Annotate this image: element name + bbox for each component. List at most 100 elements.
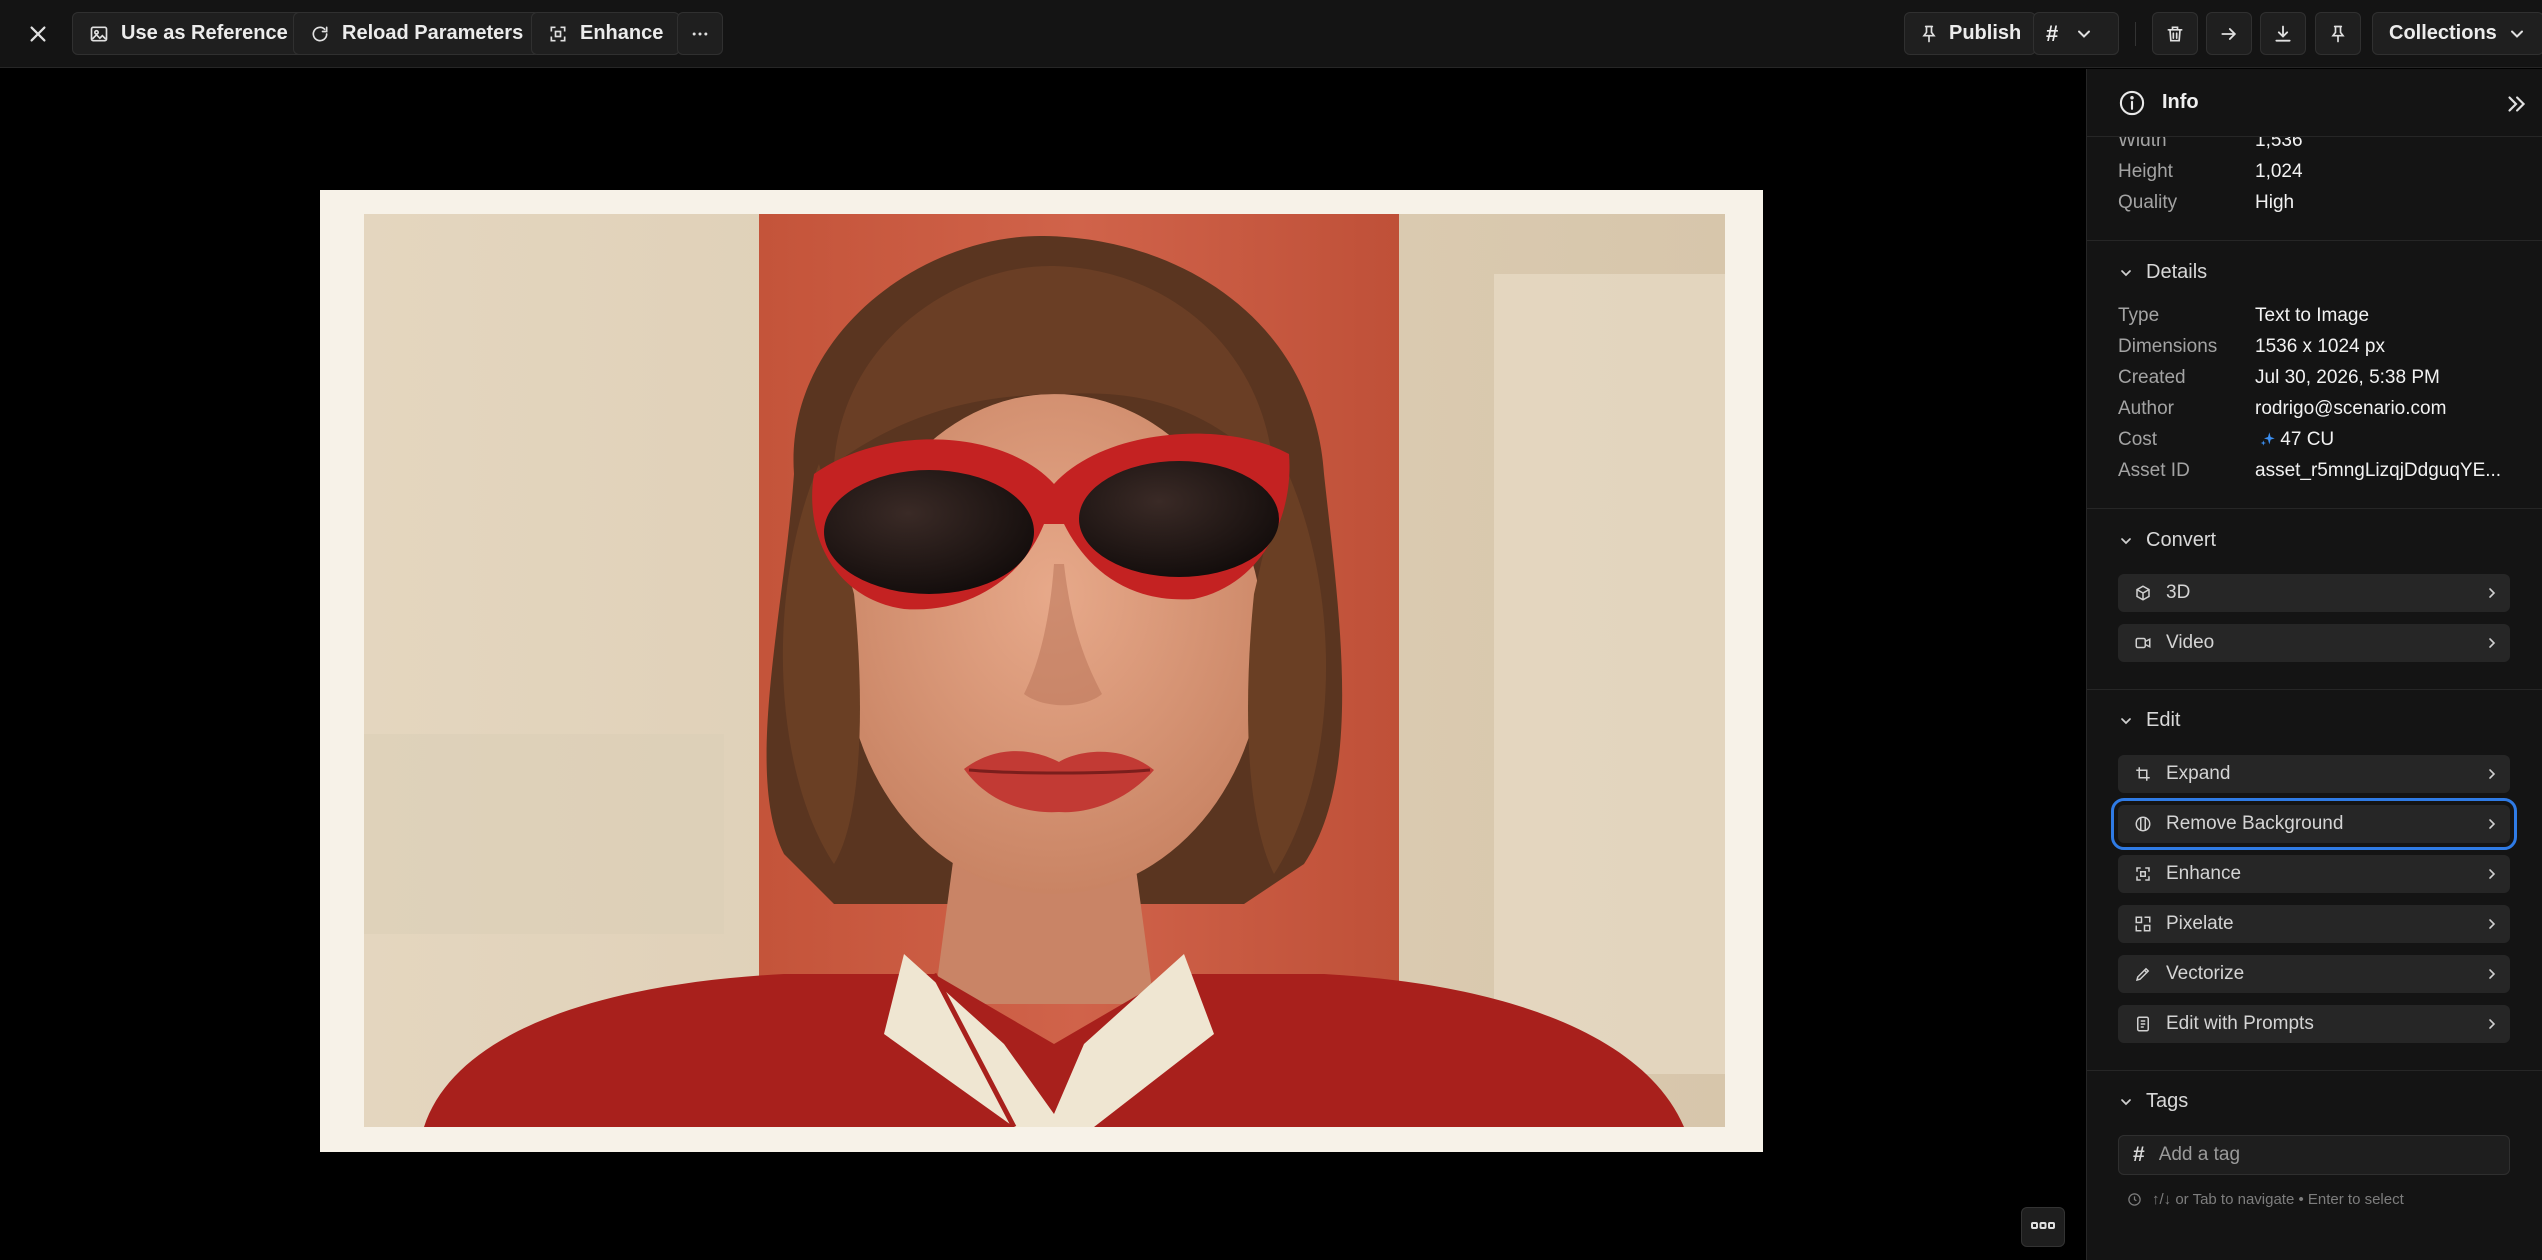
vectorize-icon	[2132, 963, 2154, 985]
edit-enhance-button[interactable]: Enhance	[2118, 855, 2510, 893]
cost-row: Cost 47 CU	[2118, 429, 2335, 450]
add-tag-input[interactable]	[2158, 1144, 2479, 1166]
pixelate-icon	[2132, 913, 2154, 935]
pin-button[interactable]	[2315, 12, 2361, 55]
tag-keyboard-hint: ↑/↓ or Tab to navigate • Enter to select	[2127, 1191, 2404, 1208]
chevron-down-icon	[2121, 537, 2131, 544]
details-section-toggle[interactable]: Details	[2118, 261, 2207, 284]
image-icon	[90, 26, 108, 41]
section-divider	[2087, 240, 2542, 241]
download-icon	[2275, 25, 2291, 42]
author-row: Author rodrigo@scenario.com	[2118, 398, 2447, 419]
edit-enhance-label: Enhance	[2166, 863, 2242, 884]
reload-icon	[312, 26, 328, 41]
chevron-right-icon	[2489, 869, 2496, 879]
chevron-down-icon	[2121, 717, 2131, 724]
convert-video-label: Video	[2166, 632, 2215, 653]
reload-parameters-label: Reload Parameters	[342, 22, 524, 44]
section-divider	[2087, 689, 2542, 690]
chevron-down-icon	[2121, 269, 2131, 276]
height-row: Height 1,024	[2118, 161, 2303, 182]
video-icon	[2132, 632, 2154, 654]
collections-label: Collections	[2389, 22, 2497, 44]
quality-row: Quality High	[2118, 192, 2295, 213]
chevron-right-icon	[2489, 969, 2496, 979]
publish-button[interactable]: Publish	[1904, 12, 2037, 55]
remove-background-icon	[2132, 813, 2154, 835]
chevron-right-icon	[2489, 769, 2496, 779]
info-panel-header: Info	[2087, 69, 2542, 137]
edit-vectorize-label: Vectorize	[2166, 963, 2245, 984]
prompt-icon	[2132, 1013, 2154, 1035]
pin-icon	[1922, 25, 1936, 42]
tags-heading: Tags	[2146, 1090, 2189, 1112]
edit-section-toggle[interactable]: Edit	[2118, 709, 2180, 732]
hash-dropdown-button[interactable]: #	[2033, 12, 2119, 55]
convert-3d-label: 3D	[2166, 582, 2191, 603]
edit-pixelate-button[interactable]: Pixelate	[2118, 905, 2510, 943]
more-options-button[interactable]	[677, 12, 723, 55]
pin-icon	[2331, 25, 2345, 42]
edit-expand-label: Expand	[2166, 763, 2231, 784]
chevron-right-icon	[2489, 1019, 2496, 1029]
chevron-down-icon	[2078, 30, 2091, 38]
toolbar-divider	[2135, 22, 2136, 46]
photo-frame	[320, 190, 1763, 1152]
edit-with-prompts-button[interactable]: Edit with Prompts	[2118, 1005, 2510, 1043]
use-as-reference-label: Use as Reference	[121, 22, 288, 44]
cost-sparkle-icon	[2260, 432, 2275, 446]
collapse-panel-icon[interactable]	[2503, 91, 2529, 117]
convert-section-toggle[interactable]: Convert	[2118, 529, 2216, 552]
close-icon[interactable]	[22, 18, 54, 50]
delete-button[interactable]	[2152, 12, 2198, 55]
edit-remove-background-label: Remove Background	[2166, 813, 2344, 834]
reload-parameters-button[interactable]: Reload Parameters	[293, 12, 541, 55]
collections-dropdown[interactable]: Collections	[2372, 12, 2542, 55]
move-button[interactable]	[2206, 12, 2252, 55]
section-divider	[2087, 1070, 2542, 1071]
details-heading: Details	[2146, 261, 2208, 283]
chevron-down-icon	[2121, 1098, 2131, 1105]
asset-id-row: Asset ID asset_r5mngLizqjDdguqYE...	[2118, 460, 2502, 481]
edit-expand-button[interactable]: Expand	[2118, 755, 2510, 793]
info-icon	[2119, 90, 2145, 115]
edit-pixelate-label: Pixelate	[2166, 913, 2234, 934]
convert-video-button[interactable]: Video	[2118, 624, 2510, 662]
chevron-right-icon	[2489, 588, 2496, 598]
convert-3d-button[interactable]: 3D	[2118, 574, 2510, 612]
arrow-right-icon	[2221, 27, 2237, 40]
enhance-label: Enhance	[580, 22, 664, 44]
expand-icon	[2132, 763, 2154, 785]
edit-heading: Edit	[2146, 709, 2181, 731]
tag-input-wrapper: #	[2118, 1135, 2510, 1175]
enhance-button[interactable]: Enhance	[531, 12, 681, 55]
chevron-right-icon	[2489, 919, 2496, 929]
more-horizontal-icon	[692, 32, 708, 35]
dimensions-row: Dimensions 1536 x 1024 px	[2118, 336, 2385, 357]
use-as-reference-button[interactable]: Use as Reference	[72, 12, 305, 55]
top-toolbar: Use as Reference Reload Parameters Enhan…	[0, 0, 2542, 68]
edit-remove-background-button[interactable]: Remove Background	[2111, 798, 2517, 850]
info-panel: Info Width 1,536 Height 1,024 Quality High …	[2086, 69, 2542, 1260]
chevron-down-icon	[2510, 30, 2523, 38]
hash-icon: #	[2046, 20, 2059, 46]
panel-title: Info	[2162, 91, 2199, 113]
clock-icon	[2128, 1193, 2141, 1206]
hash-icon: #	[2133, 1143, 2145, 1166]
enhance-icon	[550, 26, 566, 41]
chevron-right-icon	[2489, 819, 2496, 829]
view-options-button[interactable]	[2021, 1207, 2065, 1247]
generated-image[interactable]	[364, 214, 1725, 1127]
more-horizontal-icon	[2031, 1222, 2055, 1229]
edit-with-prompts-label: Edit with Prompts	[2166, 1013, 2314, 1034]
chevron-right-icon	[2489, 638, 2496, 648]
convert-heading: Convert	[2146, 529, 2217, 551]
type-row: Type Text to Image	[2118, 305, 2370, 326]
image-viewer	[0, 69, 2085, 1260]
enhance-icon	[2132, 863, 2154, 885]
tags-section-toggle[interactable]: Tags	[2118, 1090, 2188, 1113]
created-row: Created Jul 30, 2026, 5:38 PM	[2118, 367, 2440, 388]
edit-vectorize-button[interactable]: Vectorize	[2118, 955, 2510, 993]
cube-icon	[2132, 582, 2154, 604]
download-button[interactable]	[2260, 12, 2306, 55]
